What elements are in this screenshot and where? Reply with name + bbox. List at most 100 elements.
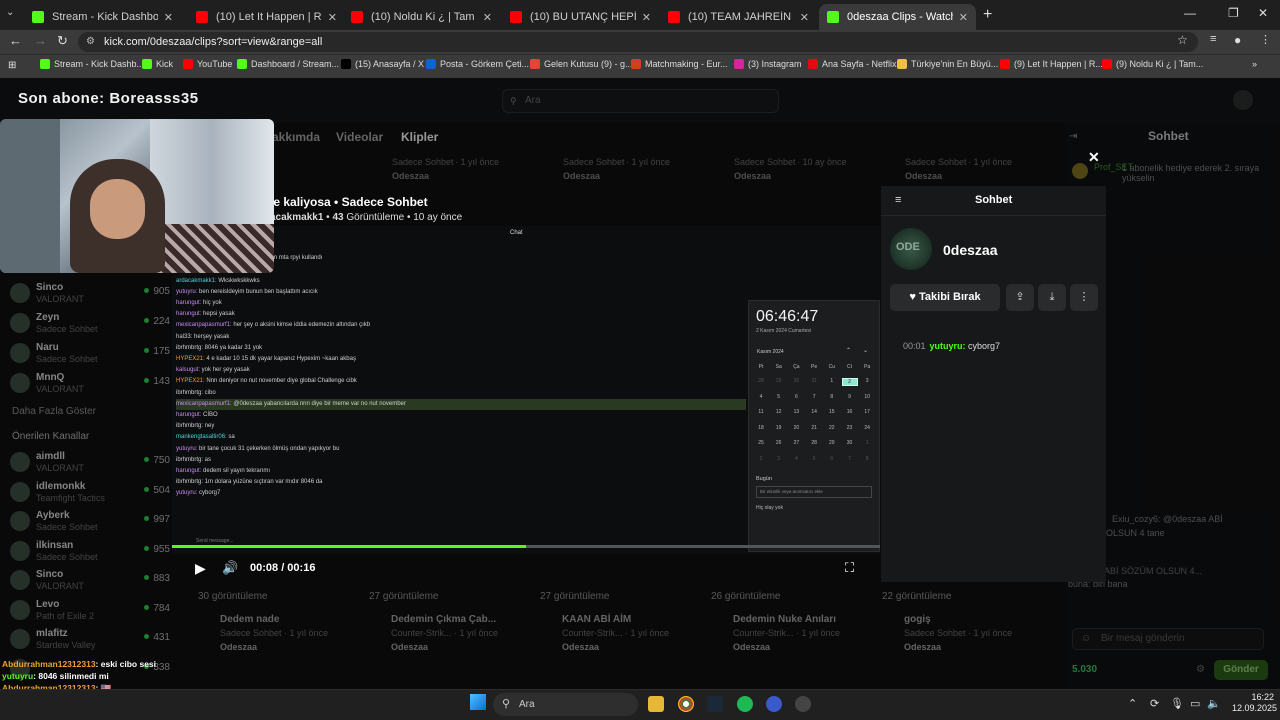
calendar-day: 11 <box>758 409 764 415</box>
bookmarks-overflow-icon[interactable]: » <box>1252 59 1257 69</box>
site-info-icon[interactable]: ⚙ <box>86 32 95 52</box>
back-icon[interactable]: ← <box>9 33 22 48</box>
chat-text: Nnn deniyor no nut november diye global … <box>204 378 357 385</box>
chat-text: hiç yok <box>201 300 222 307</box>
close-modal-icon[interactable]: ✕ <box>1088 149 1100 166</box>
profile-icon[interactable]: ● <box>1234 33 1241 47</box>
start-icon[interactable] <box>470 694 486 710</box>
today-label: Bugün <box>756 476 772 482</box>
tab-close-icon[interactable]: ✕ <box>328 11 337 24</box>
tab-close-icon[interactable]: ✕ <box>164 11 173 24</box>
video-chat-line: hal33: herşey yasak <box>176 332 746 343</box>
clip-views: 43 <box>332 212 344 223</box>
tray-expand-icon[interactable]: ⌃ <box>1128 697 1137 710</box>
taskbar-clock[interactable]: 16:22 12.09.2025 <box>1232 692 1277 714</box>
play-icon[interactable]: ▶ <box>195 560 206 577</box>
more-options-icon[interactable]: ⋮ <box>1070 284 1098 311</box>
spotify-icon[interactable] <box>737 696 753 712</box>
close-window-icon[interactable]: ✕ <box>1258 6 1268 20</box>
bookmark-item[interactable]: (15) Anasayfa / X <box>341 59 424 69</box>
chrome-icon[interactable] <box>678 696 694 712</box>
chat-user: HYPEX21: <box>176 356 205 363</box>
bookmark-item[interactable]: Kick <box>142 59 173 69</box>
bookmark-item[interactable]: (9) Let It Happen | R... <box>1000 59 1103 69</box>
speaker-icon[interactable]: 🔈 <box>1207 697 1221 710</box>
menu-icon[interactable]: ⋮ <box>1260 33 1271 46</box>
bookmark-label: Posta - Görkem Çeti... <box>440 59 530 69</box>
bookmark-item[interactable]: Gelen Kutusu (9) - g... <box>530 59 633 69</box>
url-text: kick.com/0deszaa/clips?sort=view&range=a… <box>104 36 323 48</box>
tab-close-icon[interactable]: ✕ <box>800 11 809 24</box>
browser-tab[interactable]: (10) Let It Happen | Ruddy - Yo ✕ <box>188 4 345 30</box>
volume-icon[interactable]: 🔊 <box>222 560 238 576</box>
browser-tab[interactable]: Stream - Kick Dashboard ✕ <box>24 4 181 30</box>
bookmark-item[interactable]: Posta - Görkem Çeti... <box>426 59 529 69</box>
browser-tab[interactable]: 0deszaa Clips - Watch Live on K ✕ <box>819 4 976 30</box>
channel-name[interactable]: 0deszaa <box>943 242 997 258</box>
app-icon[interactable] <box>766 696 782 712</box>
network-icon[interactable]: ▭ <box>1190 697 1200 710</box>
video-chat-line: yutuyru: bir tane çocuk 31 çekerken ölmü… <box>176 444 746 455</box>
file-explorer-icon[interactable] <box>648 696 664 712</box>
video-chat-line: HYPEX21: Nnn deniyor no nut november diy… <box>176 376 746 387</box>
tab-close-icon[interactable]: ✕ <box>959 11 968 24</box>
chat-text: 4 e kadar 10 15 dk yayar kapanız Hypexim… <box>204 356 356 363</box>
new-tab-button[interactable]: + <box>983 6 992 24</box>
obs-icon[interactable] <box>795 696 811 712</box>
bookmark-item[interactable]: Ana Sayfa - Netflix <box>808 59 897 69</box>
bookmark-item[interactable]: YouTube <box>183 59 232 69</box>
video-chat-header: Chat <box>510 230 523 236</box>
clip-author[interactable]: acakmakk1 <box>270 212 323 223</box>
steam-icon[interactable] <box>707 696 723 712</box>
video-chat-line: HYPEX21: 4 e kadar 10 15 dk yayar kapanı… <box>176 354 746 365</box>
url-field[interactable]: ⚙ kick.com/0deszaa/clips?sort=view&range=… <box>78 32 1198 52</box>
channel-avatar[interactable]: ODE <box>890 228 932 270</box>
taskbar-time: 16:22 <box>1251 692 1274 702</box>
chat-user: mexicanpapasmurf1: <box>176 400 232 407</box>
restore-icon[interactable]: ❐ <box>1228 6 1239 20</box>
bookmark-item[interactable]: Türkiye'nin En Büyü... <box>897 59 998 69</box>
calendar-day: 4 <box>795 455 798 462</box>
minimize-icon[interactable]: — <box>1184 6 1196 20</box>
kick-favicon-icon <box>827 11 839 23</box>
bookmark-item[interactable]: Stream - Kick Dashb... <box>40 59 144 69</box>
media-icon[interactable]: ≡ <box>1210 33 1216 45</box>
event-input: Bir etkinlik veya anımsatıcı ekle <box>756 486 872 498</box>
taskbar-search[interactable]: ⚲ Ara <box>493 693 638 716</box>
message-user[interactable]: yutuyru: <box>930 341 966 351</box>
calendar-day: 8 <box>865 455 869 462</box>
chat-user: ardacakmakk1: <box>176 277 217 284</box>
forward-icon[interactable]: → <box>34 33 47 48</box>
bookmark-star-icon[interactable]: ☆ <box>1177 33 1188 47</box>
bookmark-item[interactable]: Matchmaking - Eur... <box>631 59 728 69</box>
bookmark-item[interactable]: Dashboard / Stream... <box>237 59 339 69</box>
browser-tab[interactable]: (10) Noldu Ki ¿ | Tam Çerezlik | ✕ <box>343 4 500 30</box>
tray-app-icon[interactable]: ⟳ <box>1150 697 1159 710</box>
calendar-day: 5 <box>777 393 781 400</box>
prev-month-icon: ⌃ <box>846 348 852 354</box>
share-icon[interactable]: ⇪ <box>1006 284 1034 311</box>
calendar-day: 28 <box>811 440 817 446</box>
browser-tab[interactable]: (10) BU UTANÇ HEPİMİZİN | Ma ✕ <box>502 4 659 30</box>
panel-menu-icon[interactable]: ≡ <box>895 194 901 206</box>
download-icon[interactable]: ⤓ <box>1038 284 1066 311</box>
tab-close-icon[interactable]: ✕ <box>483 11 492 24</box>
chat-text: ney <box>203 423 215 430</box>
bookmark-label: YouTube <box>197 59 233 69</box>
bookmark-favicon-icon <box>426 59 436 69</box>
bookmark-item[interactable]: (9) Noldu Ki ¿ | Tam... <box>1102 59 1203 69</box>
calendar-day: 27 <box>793 440 800 446</box>
calendar-day: 23 <box>846 424 853 431</box>
apps-icon[interactable]: ⊞ <box>8 60 16 71</box>
unfollow-button[interactable]: ♥ Takibi Bırak <box>890 284 1000 311</box>
tab-search-icon[interactable]: ⌄ <box>6 7 14 18</box>
chat-user: hal33: <box>176 333 193 340</box>
browser-tab[interactable]: (10) TEAM JAHREİN VS TEAM C ✕ <box>660 4 817 30</box>
bookmark-item[interactable]: (3) Instagram <box>734 59 802 69</box>
tab-close-icon[interactable]: ✕ <box>642 11 651 24</box>
reload-icon[interactable]: ↻ <box>57 33 68 49</box>
calendar-day: 7 <box>812 393 816 400</box>
microphone-icon[interactable]: 🎙 <box>1170 697 1184 710</box>
calendar-day: 3 <box>865 378 869 384</box>
fullscreen-icon[interactable]: ⛶ <box>845 560 854 576</box>
